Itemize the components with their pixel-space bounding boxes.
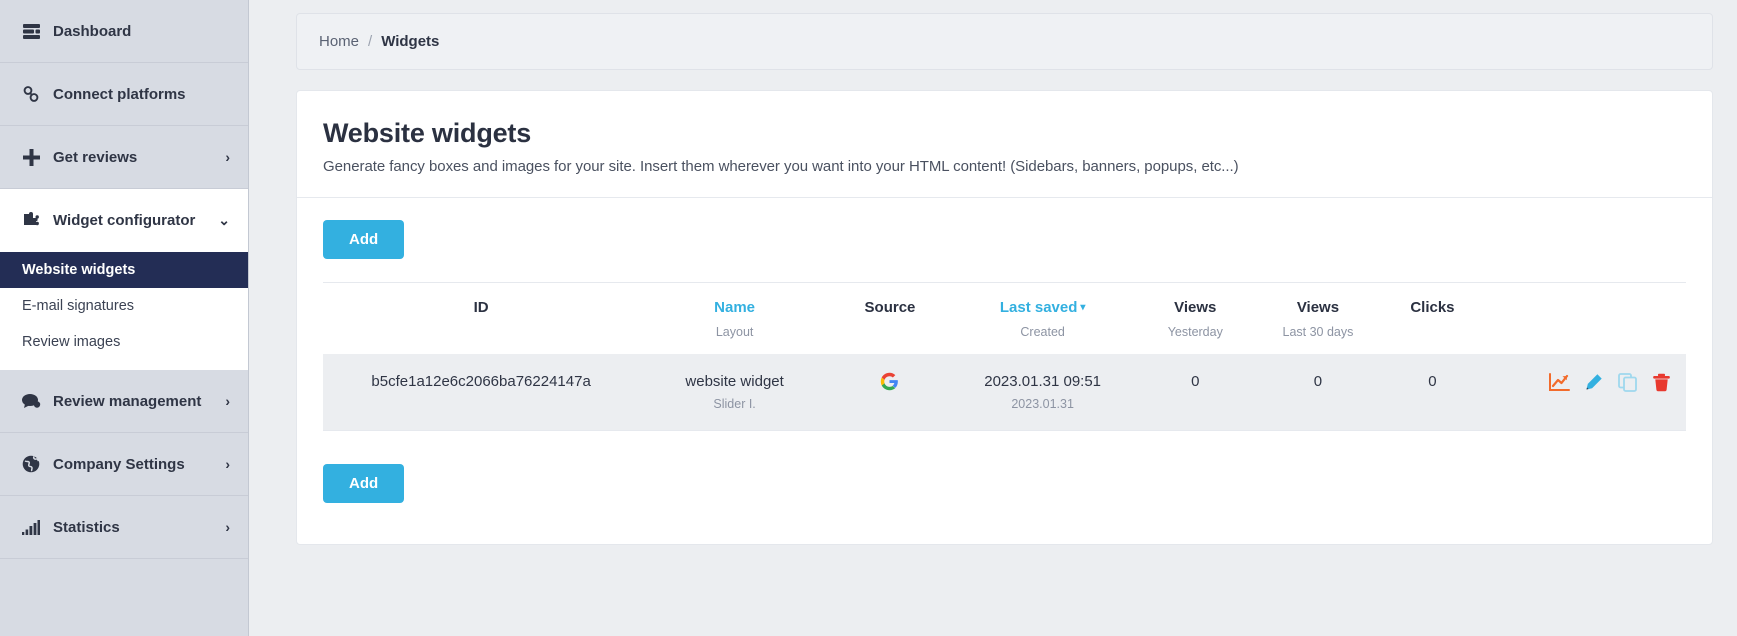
sidebar-item-label: Widget configurator [53, 212, 218, 229]
bottom-actions: Add [323, 464, 1686, 513]
statistics-icon[interactable] [1549, 372, 1570, 393]
sidebar-item-label: Dashboard [53, 23, 230, 40]
dashboard-icon [20, 24, 42, 39]
globe-icon [20, 455, 42, 473]
column-header-text: Last saved [1000, 299, 1078, 316]
sidebar-item-company-settings[interactable]: Company Settings › [0, 433, 248, 496]
column-header-sublabel: Yesterday [1141, 325, 1249, 340]
sidebar-item-widget-configurator[interactable]: Widget configurator ⌄ [0, 189, 248, 252]
sidebar-item-review-management[interactable]: Review management › [0, 370, 248, 433]
column-header-sublabel: Last 30 days [1261, 325, 1374, 340]
plus-icon [20, 149, 42, 166]
column-header-name[interactable]: Name Layout [639, 283, 830, 354]
table-header-row: ID Name Layout Source Last saved▾ [323, 283, 1686, 354]
chat-icon [20, 393, 42, 409]
column-header-label: Source [836, 299, 944, 318]
cell-actions [1484, 354, 1686, 431]
column-header-views-yesterday: Views Yesterday [1135, 283, 1255, 354]
column-header-sublabel: Layout [645, 325, 824, 340]
column-header-sublabel: Created [956, 325, 1129, 340]
breadcrumb-home-link[interactable]: Home [319, 33, 359, 50]
google-icon [836, 372, 944, 397]
sidebar-item-get-reviews[interactable]: Get reviews › [0, 126, 248, 189]
table-bottom-divider [323, 430, 1686, 431]
sidebar: Dashboard Connect platforms Get reviews … [0, 0, 249, 636]
sidebar-subitem-label: Website widgets [22, 262, 135, 278]
sidebar-item-label: Statistics [53, 519, 225, 536]
widget-created: 2023.01.31 [956, 397, 1129, 412]
sort-caret-icon: ▾ [1080, 302, 1085, 313]
sidebar-item-dashboard[interactable]: Dashboard [0, 0, 248, 63]
app-root: Dashboard Connect platforms Get reviews … [0, 0, 1737, 636]
sidebar-item-connect-platforms[interactable]: Connect platforms [0, 63, 248, 126]
column-header-label: Clicks [1387, 299, 1479, 318]
cell-views-yesterday: 0 [1135, 354, 1255, 431]
widget-id: b5cfe1a12e6c2066ba76224147a [329, 372, 633, 392]
widget-last-saved: 2023.01.31 09:51 [956, 372, 1129, 392]
column-header-label: Views [1141, 299, 1249, 318]
chevron-right-icon: › [225, 150, 230, 164]
cell-clicks: 0 [1381, 354, 1485, 431]
chevron-right-icon: › [225, 394, 230, 408]
cell-name: website widget Slider I. [639, 354, 830, 431]
chevron-right-icon: › [225, 520, 230, 534]
duplicate-icon[interactable] [1617, 372, 1638, 393]
breadcrumb: Home / Widgets [296, 13, 1713, 70]
sidebar-item-review-images[interactable]: Review images [0, 324, 248, 360]
cell-views-last-30-days: 0 [1255, 354, 1380, 431]
column-header-actions [1484, 283, 1686, 354]
panel-header: Website widgets Generate fancy boxes and… [297, 91, 1712, 198]
sidebar-submenu-widget-configurator: Website widgets E-mail signatures Review… [0, 252, 248, 370]
link-icon [20, 85, 42, 103]
add-widget-button-top[interactable]: Add [323, 220, 404, 259]
delete-trash-icon[interactable] [1651, 372, 1672, 393]
column-header-views-last-30-days: Views Last 30 days [1255, 283, 1380, 354]
sidebar-item-label: Connect platforms [53, 86, 230, 103]
page-subtitle: Generate fancy boxes and images for your… [323, 158, 1686, 175]
sidebar-item-label: Get reviews [53, 149, 225, 166]
main-content: Home / Widgets Website widgets Generate … [249, 0, 1737, 636]
column-header-clicks: Clicks [1381, 283, 1485, 354]
chevron-down-icon: ⌄ [218, 213, 230, 227]
column-header-label[interactable]: Last saved▾ [956, 299, 1129, 318]
sidebar-subitem-label: E-mail signatures [22, 298, 134, 314]
website-widgets-panel: Website widgets Generate fancy boxes and… [296, 90, 1713, 545]
sidebar-item-email-signatures[interactable]: E-mail signatures [0, 288, 248, 324]
views-last-30-days-value: 0 [1261, 372, 1374, 392]
sidebar-subitem-label: Review images [22, 334, 120, 350]
widget-layout: Slider I. [645, 397, 824, 412]
add-widget-button-bottom[interactable]: Add [323, 464, 404, 503]
sidebar-item-website-widgets[interactable]: Website widgets [0, 252, 248, 288]
table-body: b5cfe1a12e6c2066ba76224147a website widg… [323, 354, 1686, 431]
bar-chart-icon [20, 520, 42, 535]
puzzle-icon [20, 212, 42, 229]
column-header-source: Source [830, 283, 950, 354]
table-header: ID Name Layout Source Last saved▾ [323, 283, 1686, 354]
column-header-id: ID [323, 283, 639, 354]
widget-name: website widget [645, 372, 824, 392]
sidebar-item-statistics[interactable]: Statistics › [0, 496, 248, 559]
breadcrumb-current: Widgets [381, 33, 439, 50]
row-actions [1490, 372, 1680, 393]
column-header-label: ID [329, 299, 633, 318]
edit-pencil-icon[interactable] [1583, 372, 1604, 393]
cell-source [830, 354, 950, 431]
views-yesterday-value: 0 [1141, 372, 1249, 392]
breadcrumb-separator: / [368, 33, 372, 50]
page-title: Website widgets [323, 118, 1686, 149]
column-header-label: Views [1261, 299, 1374, 318]
column-header-last-saved[interactable]: Last saved▾ Created [950, 283, 1135, 354]
panel-body: Add ID Name Layout [297, 198, 1712, 513]
clicks-value: 0 [1387, 372, 1479, 392]
widgets-table: ID Name Layout Source Last saved▾ [323, 282, 1686, 430]
sidebar-item-label: Review management [53, 393, 225, 410]
column-header-label[interactable]: Name [645, 299, 824, 318]
cell-last-saved: 2023.01.31 09:51 2023.01.31 [950, 354, 1135, 431]
sidebar-item-label: Company Settings [53, 456, 225, 473]
chevron-right-icon: › [225, 457, 230, 471]
cell-id: b5cfe1a12e6c2066ba76224147a [323, 354, 639, 431]
table-row[interactable]: b5cfe1a12e6c2066ba76224147a website widg… [323, 354, 1686, 431]
